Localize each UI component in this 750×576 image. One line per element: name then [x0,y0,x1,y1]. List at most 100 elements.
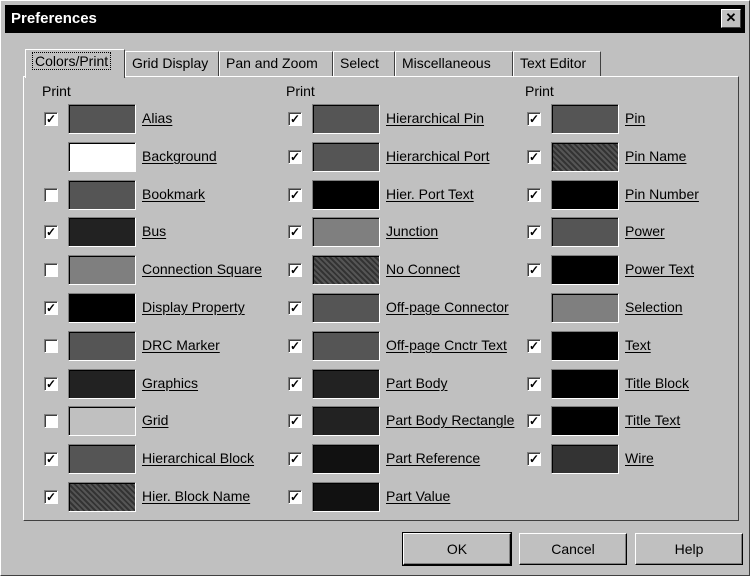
color-swatch-power-text[interactable] [551,255,619,285]
tab-select[interactable]: Select [333,51,395,76]
tab-colors-print[interactable]: Colors/Print [25,49,125,78]
tab-text-editor[interactable]: Text Editor [513,51,601,76]
print-checkbox-display-property[interactable]: ✓ [44,301,58,315]
color-swatch-graphics[interactable] [68,369,136,399]
print-checkbox-text[interactable]: ✓ [527,339,541,353]
color-swatch-hier-block-name[interactable] [68,482,136,512]
color-swatch-pin-name[interactable] [551,142,619,172]
color-swatch-drc-marker[interactable] [68,331,136,361]
color-label-off-page-cnctr-text[interactable]: Off-page Cnctr Text [386,337,507,353]
color-label-hier-port-text[interactable]: Hier. Port Text [386,186,474,202]
color-swatch-selection[interactable] [551,293,619,323]
color-swatch-hierarchical-pin[interactable] [312,104,380,134]
print-checkbox-hierarchical-port[interactable]: ✓ [288,150,302,164]
tab-pan-and-zoom[interactable]: Pan and Zoom [219,51,333,76]
color-swatch-pin[interactable] [551,104,619,134]
color-label-hierarchical-block[interactable]: Hierarchical Block [142,450,254,466]
color-label-power-text[interactable]: Power Text [625,261,694,277]
print-checkbox-wire[interactable]: ✓ [527,452,541,466]
color-swatch-hierarchical-port[interactable] [312,142,380,172]
color-label-alias[interactable]: Alias [142,110,172,126]
print-checkbox-title-text[interactable]: ✓ [527,414,541,428]
print-checkbox-connection-square[interactable] [44,263,58,277]
color-label-grid[interactable]: Grid [142,412,168,428]
color-swatch-part-value[interactable] [312,482,380,512]
color-label-bus[interactable]: Bus [142,223,166,239]
print-checkbox-title-block[interactable]: ✓ [527,377,541,391]
color-label-title-block[interactable]: Title Block [625,375,689,391]
color-label-bookmark[interactable]: Bookmark [142,186,205,202]
color-label-title-text[interactable]: Title Text [625,412,680,428]
color-label-hierarchical-port[interactable]: Hierarchical Port [386,148,489,164]
color-label-wire[interactable]: Wire [625,450,654,466]
print-checkbox-no-connect[interactable]: ✓ [288,263,302,277]
print-checkbox-off-page-connector[interactable]: ✓ [288,301,302,315]
print-checkbox-graphics[interactable]: ✓ [44,377,58,391]
color-label-hierarchical-pin[interactable]: Hierarchical Pin [386,110,484,126]
print-checkbox-off-page-cnctr-text[interactable]: ✓ [288,339,302,353]
color-swatch-title-text[interactable] [551,406,619,436]
print-checkbox-part-body-rectangle[interactable]: ✓ [288,414,302,428]
color-swatch-hier-port-text[interactable] [312,180,380,210]
color-swatch-junction[interactable] [312,217,380,247]
color-swatch-bus[interactable] [68,217,136,247]
print-checkbox-pin[interactable]: ✓ [527,112,541,126]
color-label-off-page-connector[interactable]: Off-page Connector [386,299,509,315]
print-checkbox-part-body[interactable]: ✓ [288,377,302,391]
cancel-button[interactable]: Cancel [519,533,627,565]
color-label-background[interactable]: Background [142,148,217,164]
color-swatch-off-page-cnctr-text[interactable] [312,331,380,361]
color-swatch-part-body[interactable] [312,369,380,399]
color-label-part-body-rectangle[interactable]: Part Body Rectangle [386,412,514,428]
print-checkbox-part-value[interactable]: ✓ [288,490,302,504]
print-checkbox-hierarchical-pin[interactable]: ✓ [288,112,302,126]
color-swatch-hierarchical-block[interactable] [68,444,136,474]
print-checkbox-pin-number[interactable]: ✓ [527,188,541,202]
print-checkbox-grid[interactable] [44,414,58,428]
color-swatch-no-connect[interactable] [312,255,380,285]
color-swatch-grid[interactable] [68,406,136,436]
print-checkbox-part-reference[interactable]: ✓ [288,452,302,466]
color-swatch-off-page-connector[interactable] [312,293,380,323]
print-checkbox-junction[interactable]: ✓ [288,225,302,239]
color-label-part-value[interactable]: Part Value [386,488,450,504]
print-checkbox-power[interactable]: ✓ [527,225,541,239]
print-checkbox-hierarchical-block[interactable]: ✓ [44,452,58,466]
print-checkbox-alias[interactable]: ✓ [44,112,58,126]
print-checkbox-bookmark[interactable] [44,188,58,202]
color-label-junction[interactable]: Junction [386,223,438,239]
ok-button[interactable]: OK [402,532,512,566]
color-label-pin-number[interactable]: Pin Number [625,186,699,202]
color-label-connection-square[interactable]: Connection Square [142,261,262,277]
print-checkbox-hier-block-name[interactable]: ✓ [44,490,58,504]
help-button[interactable]: Help [635,533,743,565]
color-label-graphics[interactable]: Graphics [142,375,198,391]
color-swatch-pin-number[interactable] [551,180,619,210]
color-swatch-text[interactable] [551,331,619,361]
color-label-no-connect[interactable]: No Connect [386,261,460,277]
color-swatch-background[interactable] [68,142,136,172]
color-swatch-title-block[interactable] [551,369,619,399]
print-checkbox-bus[interactable]: ✓ [44,225,58,239]
color-swatch-connection-square[interactable] [68,255,136,285]
color-label-display-property[interactable]: Display Property [142,299,245,315]
color-label-hier-block-name[interactable]: Hier. Block Name [142,488,250,504]
color-label-part-body[interactable]: Part Body [386,375,447,391]
color-label-pin[interactable]: Pin [625,110,645,126]
color-label-selection[interactable]: Selection [625,299,683,315]
color-label-power[interactable]: Power [625,223,665,239]
color-swatch-alias[interactable] [68,104,136,134]
print-checkbox-drc-marker[interactable] [44,339,58,353]
close-icon[interactable]: ✕ [721,9,741,28]
color-swatch-part-reference[interactable] [312,444,380,474]
color-label-part-reference[interactable]: Part Reference [386,450,480,466]
color-label-pin-name[interactable]: Pin Name [625,148,686,164]
color-swatch-display-property[interactable] [68,293,136,323]
color-swatch-power[interactable] [551,217,619,247]
print-checkbox-power-text[interactable]: ✓ [527,263,541,277]
color-swatch-wire[interactable] [551,444,619,474]
color-swatch-bookmark[interactable] [68,180,136,210]
color-swatch-part-body-rectangle[interactable] [312,406,380,436]
color-label-text[interactable]: Text [625,337,651,353]
tab-grid-display[interactable]: Grid Display [125,51,219,76]
